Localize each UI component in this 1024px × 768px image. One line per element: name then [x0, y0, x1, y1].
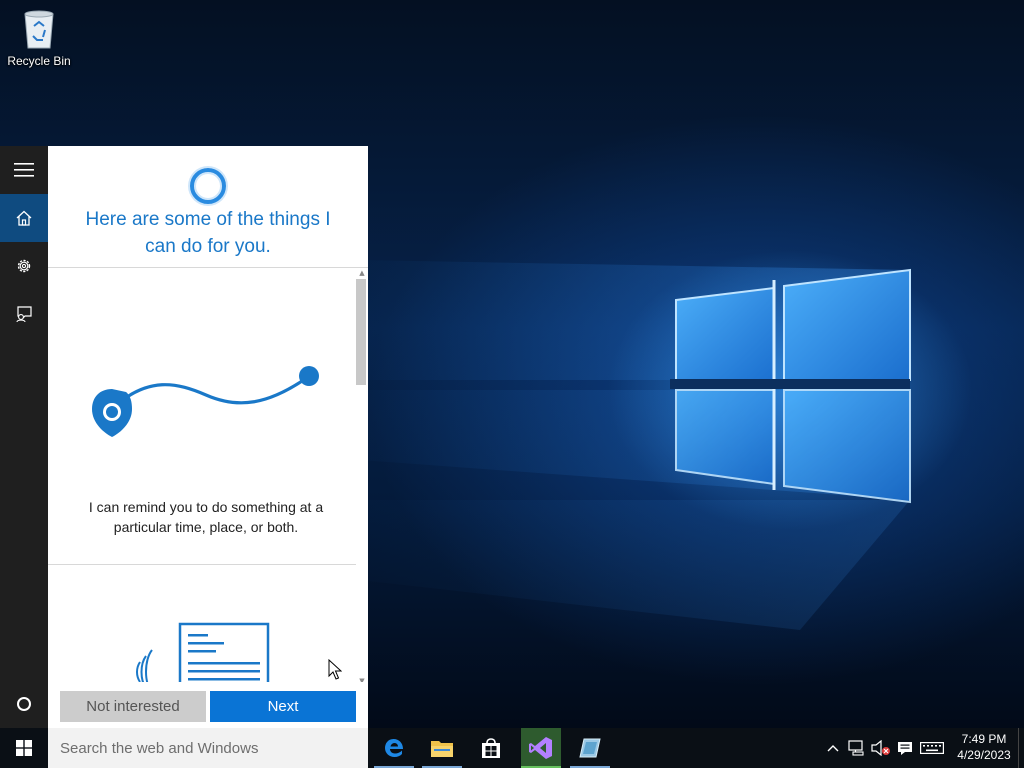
next-button[interactable]: Next — [210, 691, 356, 722]
scroll-up-arrow-icon[interactable]: ▲ — [357, 269, 367, 277]
panel-title: Here are some of the things I can do for… — [85, 209, 331, 257]
reminder-card: I can remind you to do something at a pa… — [48, 269, 356, 565]
volume-button[interactable] — [870, 728, 892, 768]
windows-start-icon — [16, 740, 32, 756]
settings-button[interactable] — [0, 242, 48, 290]
cortana-button[interactable] — [0, 680, 48, 728]
feedback-button[interactable] — [0, 290, 48, 338]
recycle-bin-icon — [24, 10, 54, 49]
store-icon — [482, 738, 500, 758]
action-center-button[interactable] — [894, 728, 916, 768]
gear-icon — [17, 259, 31, 273]
chevron-up-icon — [827, 745, 839, 752]
taskbar-app-unknown[interactable] — [570, 728, 610, 768]
home-icon — [16, 210, 32, 226]
app-icon — [579, 738, 601, 758]
search-box[interactable]: Search the web and Windows — [48, 728, 368, 768]
hamburger-menu-button[interactable] — [0, 146, 48, 194]
taskbar-app-edge[interactable] — [374, 728, 414, 768]
cortana-logo-icon — [190, 168, 226, 204]
hamburger-menu-icon — [14, 163, 34, 177]
network-icon — [848, 740, 864, 756]
reminder-path-icon — [92, 366, 319, 437]
recycle-bin-desktop-icon[interactable]: Recycle Bin — [4, 6, 74, 76]
not-interested-button[interactable]: Not interested — [60, 691, 206, 722]
volume-muted-icon — [871, 740, 890, 756]
visual-studio-icon — [529, 737, 552, 759]
touch-keyboard-button[interactable] — [918, 728, 946, 768]
taskbar-clock[interactable]: 7:49 PM 4/29/2023 — [950, 731, 1018, 763]
cortana-panel: Here are some of the things I can do for… — [48, 146, 368, 728]
taskbar-app-visual-studio[interactable] — [521, 728, 561, 768]
mouse-cursor-icon — [328, 659, 342, 680]
taskbar-app-store[interactable] — [471, 728, 511, 768]
reminder-card-text: I can remind you to do something at a pa… — [88, 499, 324, 535]
windows-logo-wallpaper — [360, 260, 911, 630]
keyboard-icon — [920, 742, 944, 754]
clock-date: 4/29/2023 — [957, 748, 1011, 762]
cortana-side-rail — [0, 146, 48, 728]
search-placeholder: Search the web and Windows — [60, 739, 259, 757]
cortana-circle-icon — [17, 697, 31, 711]
edge-icon — [385, 739, 403, 757]
folder-icon — [431, 741, 453, 757]
panel-header: Here are some of the things I can do for… — [48, 146, 368, 268]
home-button[interactable] — [0, 194, 48, 242]
recycle-bin-label: Recycle Bin — [7, 54, 71, 68]
feedback-icon — [16, 306, 32, 323]
start-button[interactable] — [0, 728, 48, 768]
show-desktop-button[interactable] — [1018, 728, 1024, 768]
notifications-icon — [898, 741, 912, 755]
panel-scrollbar[interactable]: ▲ ▼ — [356, 269, 368, 689]
scroll-thumb[interactable] — [356, 279, 366, 385]
taskbar-app-file-explorer[interactable] — [422, 728, 462, 768]
show-hidden-icons-button[interactable] — [824, 728, 842, 768]
network-button[interactable] — [846, 728, 868, 768]
clock-time: 7:49 PM — [961, 732, 1007, 746]
panel-button-row: Not interested Next — [48, 682, 368, 728]
taskbar: Search the web and Windows 7:49 PM 4/29/… — [0, 728, 1024, 768]
